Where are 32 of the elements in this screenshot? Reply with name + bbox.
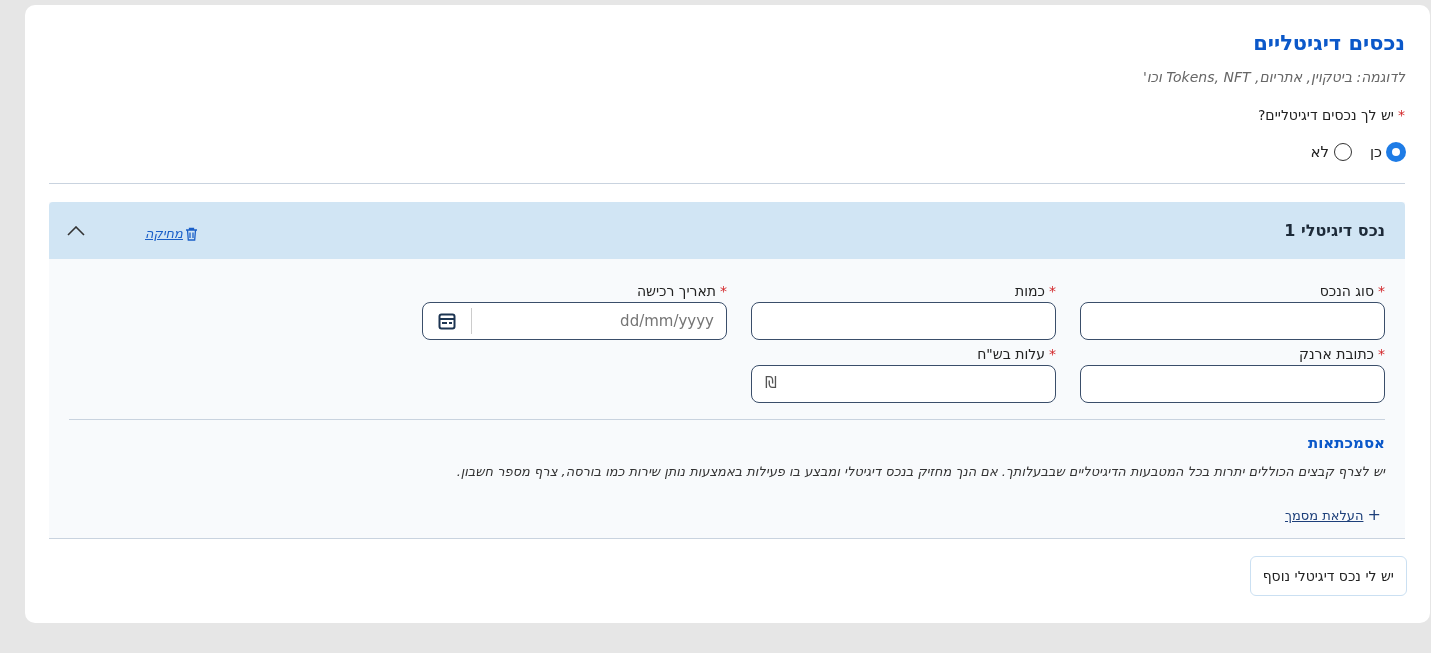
question-label: יש לך נכסים דיגיטליים? (1257, 107, 1394, 123)
required-mark: * (1378, 346, 1385, 362)
currency-field[interactable] (751, 365, 1056, 403)
radio-option[interactable]: כן (1369, 143, 1405, 161)
section-subtitle: לדוגמה: ביטקוין, אתריום, Tokens, NFT וכו' (1141, 69, 1405, 85)
field-label: כמות (1015, 283, 1045, 299)
collapse-toggle[interactable] (67, 225, 85, 236)
calendar-icon[interactable] (438, 312, 456, 330)
field-label: סוג הנכס (1319, 283, 1374, 299)
upload-link[interactable]: + העלאת מסמך (1285, 505, 1381, 524)
required-mark: * (1049, 346, 1056, 362)
currency-symbol: ₪ (765, 374, 777, 392)
delete-link[interactable]: מחיקה (145, 226, 198, 241)
date-field[interactable]: dd/mm/yyyy (422, 302, 727, 340)
panel-title: נכס דיגיטלי 1 (1284, 221, 1385, 240)
field-label: עלות בש"ח (977, 346, 1045, 362)
attachments-title: אסמכתאות (1306, 434, 1385, 452)
required-mark: * (720, 283, 727, 299)
input-field[interactable] (1080, 365, 1385, 403)
attachments-description: יש לצרף קבצים הכוללים יתרות בכל המטבעות הדיגיטליים שבבעלותך. אם הנך מחזיק בנכס דיגיטלי ומבצע בו פעילות באמצעות נותן שירות כמו בורסה, צרף מספר חשבון. (455, 464, 1385, 479)
input-field[interactable] (751, 302, 1056, 340)
required-mark: * (1398, 107, 1405, 123)
add-asset-button[interactable]: יש לי נכס דיגיטלי נוסף (1249, 556, 1407, 596)
radio-option[interactable]: לא (1310, 143, 1352, 161)
required-mark: * (1049, 283, 1056, 299)
section-title: נכסים דיגיטליים (1252, 31, 1405, 55)
trash-icon (184, 226, 198, 241)
input-field[interactable] (1080, 302, 1385, 340)
required-mark: * (1378, 283, 1385, 299)
radio-button[interactable] (1387, 143, 1405, 161)
field-label: תאריך רכישה (636, 283, 716, 299)
field-label: כתובת ארנק (1299, 346, 1374, 362)
